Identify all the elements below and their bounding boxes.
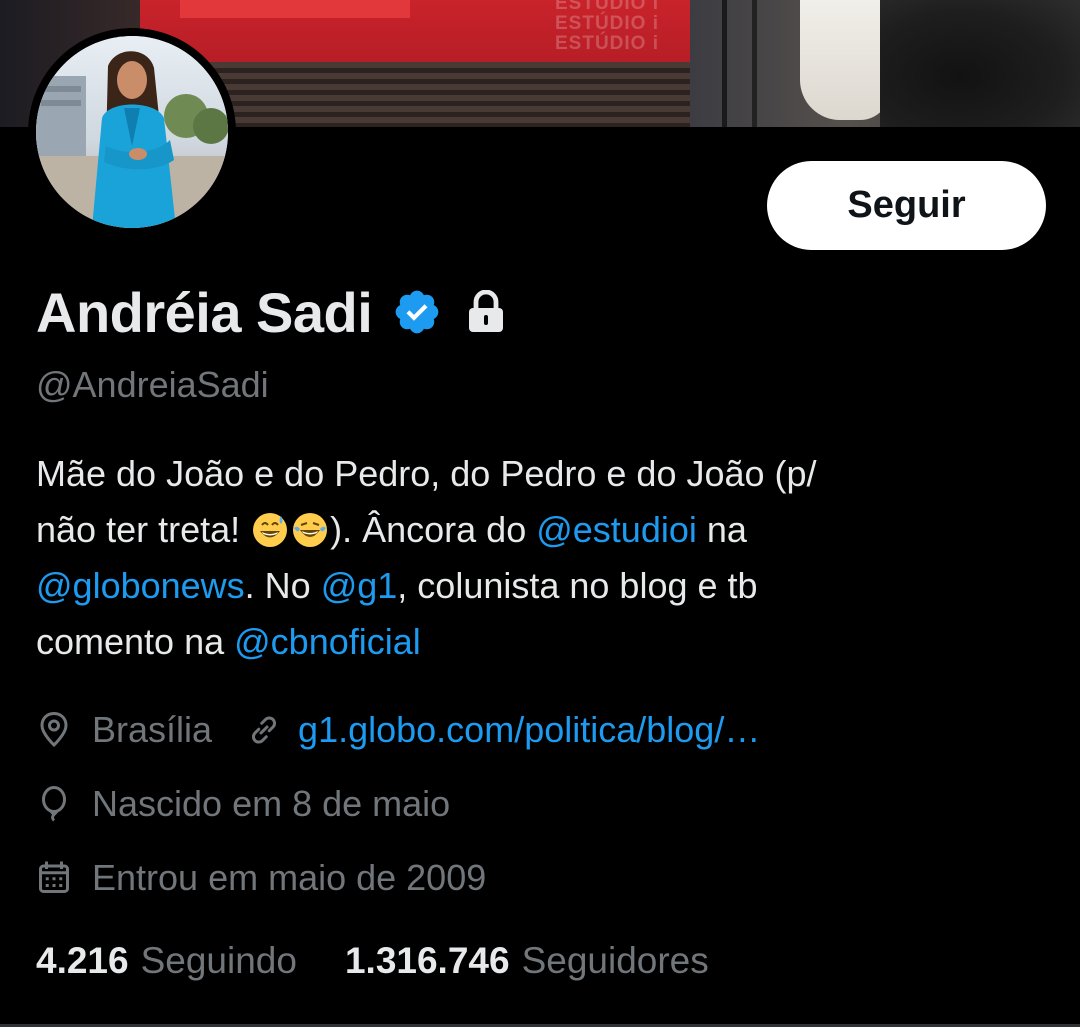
calendar-icon — [36, 858, 72, 898]
banner-pole — [752, 0, 757, 127]
banner-brand-line: ESTÚDIO i — [555, 0, 660, 14]
followers-count: 1.316.746 — [344, 940, 510, 981]
bio-line: Mãe do João e do Pedro, do Pedro e do Jo… — [36, 446, 1046, 502]
profile-bio: Mãe do João e do Pedro, do Pedro e do Jo… — [36, 446, 1046, 670]
following-label: Seguindo — [140, 940, 297, 981]
joined-text: Entrou em maio de 2009 — [92, 857, 487, 898]
link-icon — [246, 712, 282, 748]
display-name: Andréia Sadi — [36, 280, 373, 344]
mention-link-cbnoficial[interactable]: @cbnoficial — [234, 621, 421, 662]
avatar[interactable] — [28, 28, 236, 236]
bio-text: na — [696, 509, 747, 550]
following-count: 4.216 — [36, 940, 129, 981]
bio-line: @globonews. No @g1, colunista no blog e … — [36, 558, 1046, 614]
banner-brand-line: ESTÚDIO i — [555, 13, 660, 34]
mention-link-globonews[interactable]: @globonews — [36, 565, 245, 606]
bio-line: não ter treta! ). Âncora do @estudioi na — [36, 502, 1046, 558]
lock-icon — [466, 289, 506, 334]
profile-location-row: Brasília g1.globo.com/politica/blog/… — [36, 706, 760, 754]
profile-joined-row: Entrou em maio de 2009 — [36, 854, 486, 902]
followers-stat[interactable]: 1.316.746 Seguidores — [345, 940, 709, 982]
follow-button[interactable]: Seguir — [767, 161, 1046, 250]
bio-line: comento na @cbnoficial — [36, 614, 1046, 670]
banner-red-panel — [180, 0, 410, 18]
profile-birthday-row: Nascido em 8 de maio — [36, 780, 450, 828]
profile-stats: 4.216 Seguindo 1.316.746 Seguidores — [36, 940, 709, 982]
bio-text: não ter treta! — [36, 509, 251, 550]
following-stat[interactable]: 4.216 Seguindo — [36, 940, 297, 982]
mention-link-estudioi[interactable]: @estudioi — [536, 509, 697, 550]
grinning-sweat-emoji-icon — [252, 508, 288, 547]
profile-name-row: Andréia Sadi — [36, 278, 506, 346]
banner-pole — [722, 0, 727, 127]
banner-person — [800, 0, 890, 120]
website-link[interactable]: g1.globo.com/politica/blog/… — [298, 709, 760, 751]
followers-label: Seguidores — [521, 940, 709, 981]
banner-brand-text: ESTÚDIO i ESTÚDIO i ESTÚDIO i — [555, 0, 659, 54]
profile-handle: @AndreiaSadi — [36, 364, 269, 405]
mention-link-g1[interactable]: @g1 — [321, 565, 398, 606]
birthday-text: Nascido em 8 de maio — [92, 783, 451, 824]
bio-text: Mãe do João e do Pedro, do Pedro e do Jo… — [36, 453, 817, 494]
tears-of-joy-emoji-icon — [292, 508, 328, 547]
bio-text: , colunista no blog e tb — [397, 565, 758, 606]
bio-text: ). Âncora do — [330, 509, 537, 550]
location-pin-icon — [36, 710, 72, 750]
bio-text: . No — [244, 565, 321, 606]
banner-shadow — [880, 0, 1080, 127]
verified-badge-icon[interactable] — [392, 287, 442, 337]
bio-text: comento na — [36, 621, 235, 662]
avatar-image — [36, 36, 228, 228]
banner-brand-line: ESTÚDIO i — [555, 33, 660, 54]
location-text: Brasília — [92, 709, 213, 750]
balloon-icon — [36, 784, 72, 824]
